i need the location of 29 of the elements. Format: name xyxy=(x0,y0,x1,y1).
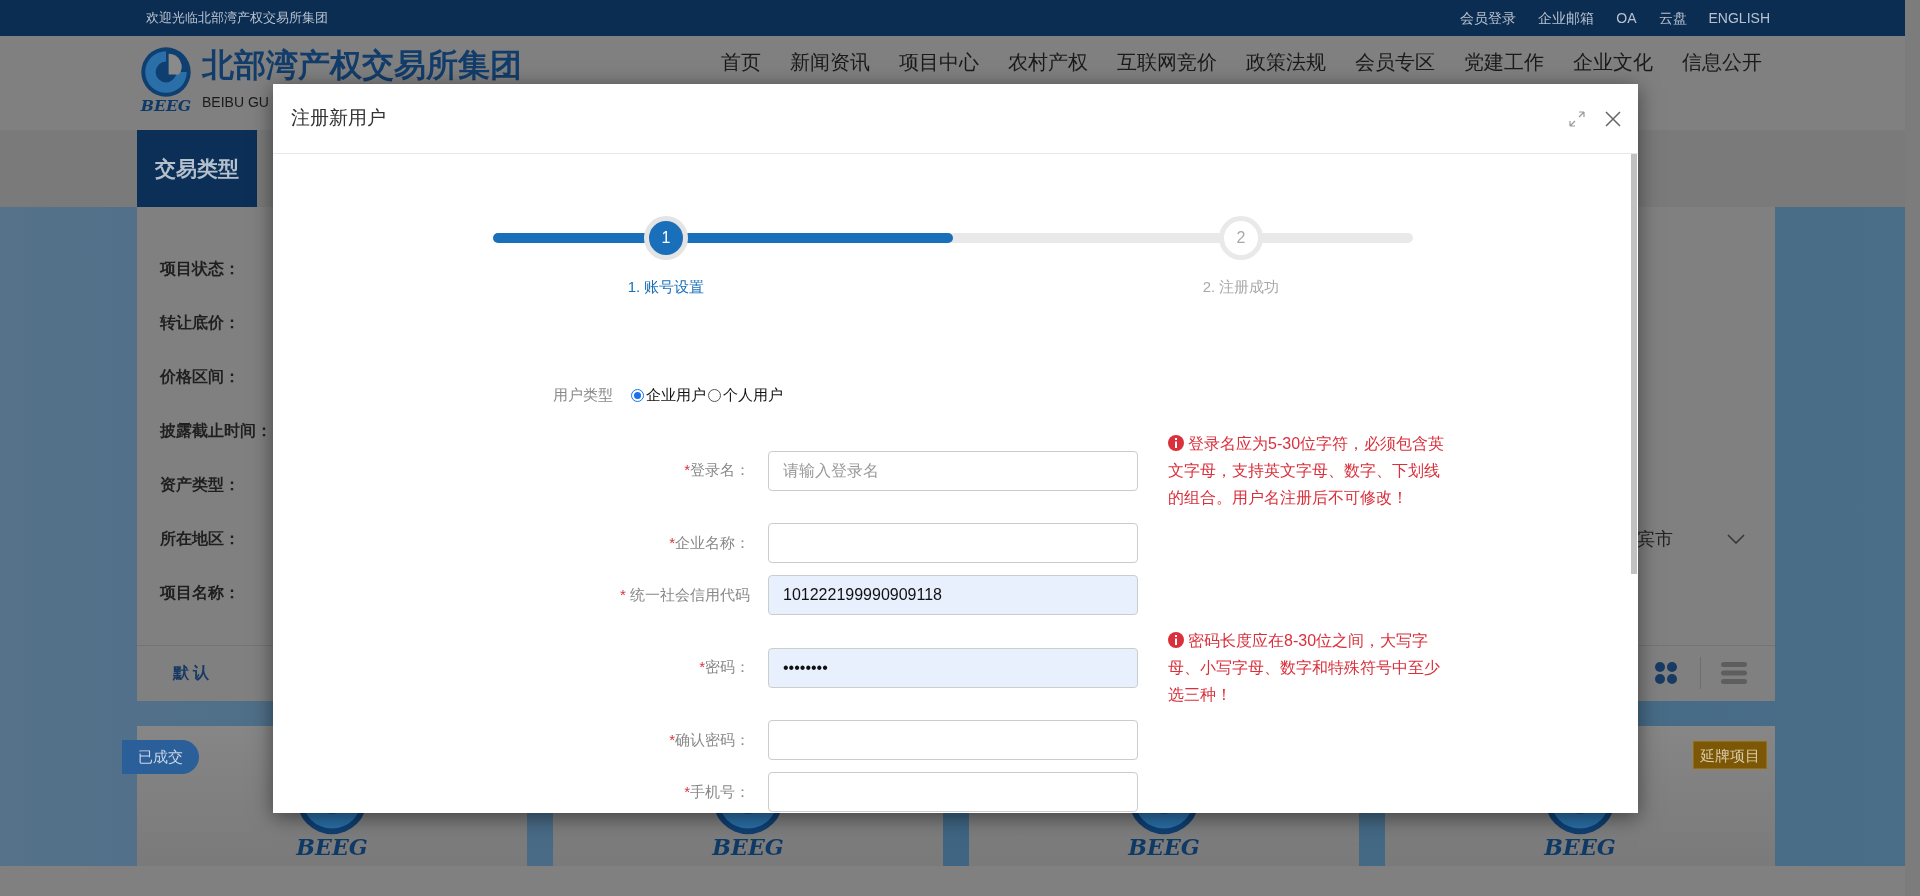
filter-label: 资产类型： xyxy=(160,475,240,495)
field-label: *密码： xyxy=(698,657,750,678)
filter-label: 价格区间： xyxy=(160,367,240,387)
filter-label: 披露截止时间： xyxy=(160,421,272,441)
field-label: *手机号： xyxy=(683,781,750,802)
welcome-text: 欢迎光临北部湾产权交易所集团 xyxy=(146,9,328,28)
field-label: *确认密码： xyxy=(668,729,750,750)
status-badge: 延牌项目 xyxy=(1693,741,1767,769)
field-label: *企业名称： xyxy=(668,532,750,553)
field-label: 用户类型 xyxy=(552,384,613,405)
logo-text: BEEG xyxy=(1544,836,1616,859)
logo-text: BEEG xyxy=(712,836,784,859)
site-title: 北部湾产权交易所集团 xyxy=(202,48,522,82)
validation-hint: 登录名应为5-30位字符，必须包含英文字母，支持英文字母、数字、下划线的组合。用户名注册后不可修改！ xyxy=(1168,434,1446,508)
filter-label: 转让底价： xyxy=(160,313,240,333)
site-subtitle: BEIBU GU xyxy=(202,94,270,110)
field-label: *登录名： xyxy=(683,460,750,481)
dialog-title: 注册新用户 xyxy=(291,106,386,131)
field-label: * 统一社会信用代码 xyxy=(619,584,750,605)
logo-text: BEEG xyxy=(296,836,368,859)
logo-text: BEEG xyxy=(140,98,192,114)
logo-text: BEEG xyxy=(1128,836,1200,859)
step-label: 2. 注册成功 xyxy=(1202,277,1280,297)
filter-label: 项目状态： xyxy=(160,259,240,279)
step-label: 1. 账号设置 xyxy=(627,277,705,297)
filter-label: 所在地区： xyxy=(160,529,240,549)
validation-hint: 密码长度应在8-30位之间，大写字母、小写字母、数字和特殊符号中至少选三种！ xyxy=(1168,631,1441,705)
status-badge: 已成交 xyxy=(122,740,199,774)
filter-label: 项目名称： xyxy=(160,583,240,603)
